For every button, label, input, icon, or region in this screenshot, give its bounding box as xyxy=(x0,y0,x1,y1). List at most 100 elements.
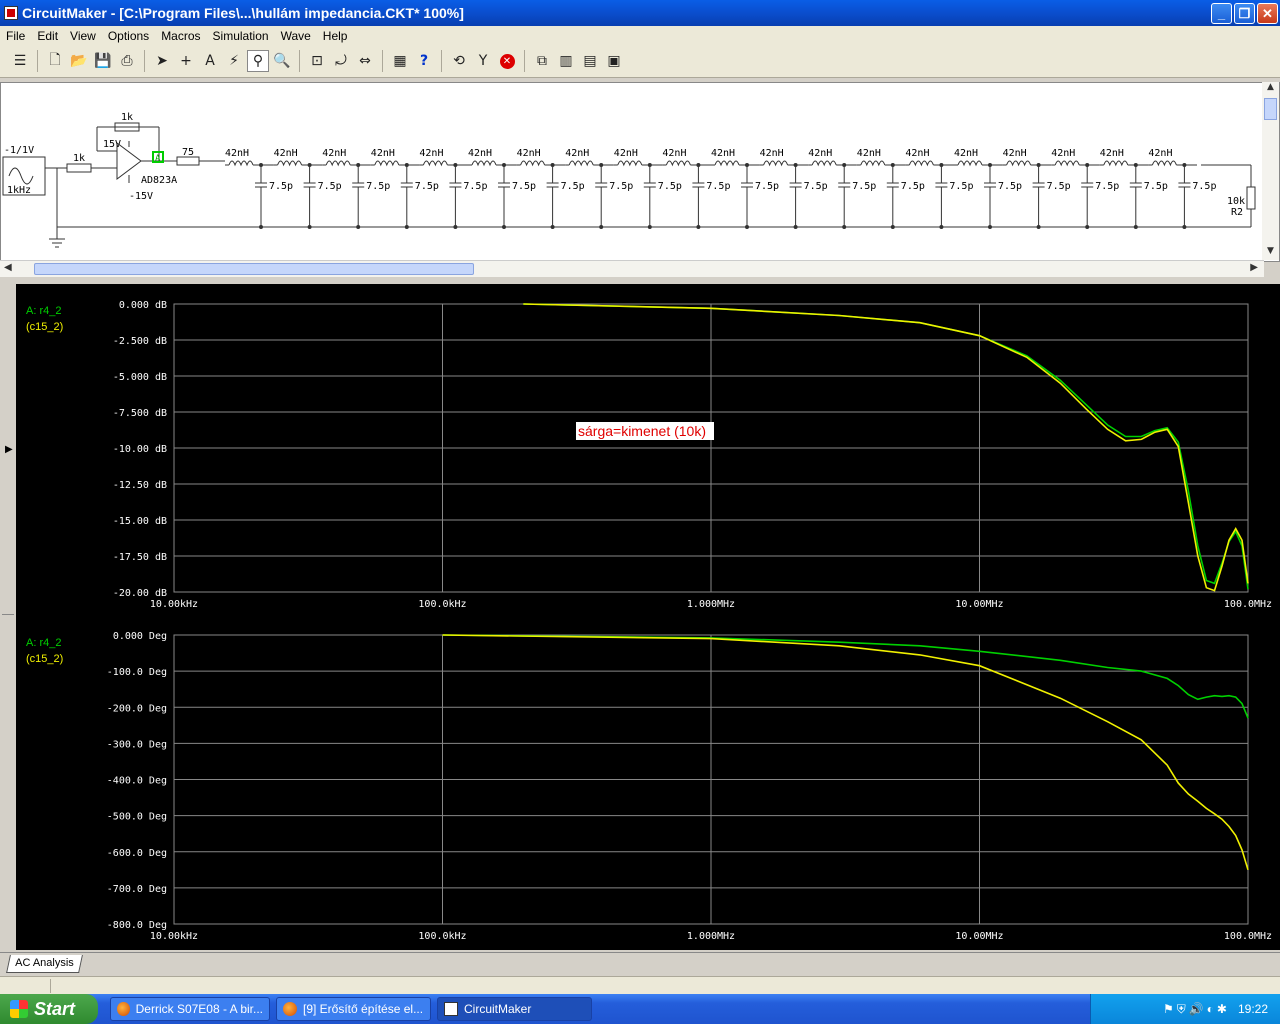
feedback-resistor-label: 1k xyxy=(121,112,133,123)
inductor-icon[interactable] xyxy=(277,160,303,167)
inductor-icon[interactable] xyxy=(811,160,837,167)
input-resistor[interactable] xyxy=(66,163,92,173)
capacitor-label: 7.5p xyxy=(949,181,973,192)
zoom-probe-icon[interactable]: ⚲ xyxy=(247,50,269,72)
inductor-icon[interactable] xyxy=(568,160,594,167)
schematic-canvas[interactable]: 42nH 7.5p 42nH 7.5p 42nH 7.5p 42nH 7.5p 42nH 7.5p… xyxy=(0,82,1280,262)
scroll-left-icon[interactable]: ◀ xyxy=(4,262,12,273)
tab-ac-analysis[interactable]: AC Analysis xyxy=(6,955,83,973)
load-resistor[interactable] xyxy=(1246,186,1256,210)
y-tick-label: -2.500 dB xyxy=(113,336,167,347)
inductor-icon[interactable] xyxy=(665,160,691,167)
expand-arrow-icon[interactable]: ▶ xyxy=(5,444,13,455)
menu-help[interactable]: Help xyxy=(317,29,354,43)
text-icon[interactable]: A xyxy=(199,50,221,72)
menu-edit[interactable]: Edit xyxy=(31,29,64,43)
inductor-icon[interactable] xyxy=(471,160,497,167)
schematic-vertical-scrollbar[interactable]: ▲ ▼ xyxy=(1262,82,1279,260)
inductor-icon[interactable] xyxy=(617,160,643,167)
inductor-label: 42nH xyxy=(468,148,492,159)
inductor-icon[interactable] xyxy=(1054,160,1080,167)
task-derrick[interactable]: Derrick S07E08 - A bir... xyxy=(110,997,270,1021)
probe-icon[interactable]: ⚡ xyxy=(223,50,245,72)
menu-file[interactable]: File xyxy=(0,29,31,43)
annotation-label[interactable]: sárga=kimenet (10k) xyxy=(576,422,715,440)
print-icon[interactable]: ⎙ xyxy=(116,50,138,72)
inductor-label: 42nH xyxy=(905,148,929,159)
inductor-icon[interactable] xyxy=(374,160,400,167)
inductor-icon[interactable] xyxy=(957,160,983,167)
save-icon[interactable]: 💾 xyxy=(92,50,114,72)
wire-icon[interactable]: + xyxy=(175,50,197,72)
help-icon[interactable]: ? xyxy=(413,50,435,72)
inductor-icon[interactable] xyxy=(908,160,934,167)
open-icon[interactable]: 📂 xyxy=(68,50,90,72)
task-erosito[interactable]: [9] Erősítő építése el... xyxy=(276,997,431,1021)
window-2-icon[interactable]: ▥ xyxy=(555,50,577,72)
close-button[interactable]: ✕ xyxy=(1257,3,1278,24)
inductor-icon[interactable] xyxy=(422,160,448,167)
stop-icon[interactable]: ✕ xyxy=(496,50,518,72)
inductor-label: 42nH xyxy=(1051,148,1075,159)
scroll-up-icon[interactable]: ▲ xyxy=(1262,82,1279,96)
inductor-icon[interactable] xyxy=(763,160,789,167)
bus-icon[interactable]: ☰ xyxy=(9,50,31,72)
tray-icons[interactable]: ⚑⛨🔊◐✱ xyxy=(1163,1002,1230,1017)
capacitor-label: 7.5p xyxy=(463,181,487,192)
zoom-icon[interactable]: 🔍 xyxy=(271,50,293,72)
window-1-icon[interactable]: ⧉ xyxy=(531,50,553,72)
horizontal-scroll-thumb[interactable] xyxy=(34,263,474,275)
menu-view[interactable]: View xyxy=(64,29,102,43)
phase-plot[interactable]: 0.000 Deg -100.0 Deg -200.0 Deg -300.0 Deg -… xyxy=(107,631,1272,942)
series-line-r4_2[interactable] xyxy=(442,634,1249,719)
inductor-label: 42nH xyxy=(808,148,832,159)
digital-icon[interactable]: ▦ xyxy=(389,50,411,72)
series-line-c15_2[interactable] xyxy=(523,303,1249,592)
menu-macros[interactable]: Macros xyxy=(155,29,206,43)
y-tick-label: -800.0 Deg xyxy=(107,920,167,931)
inductor-icon[interactable] xyxy=(1151,160,1177,167)
inductor-icon[interactable] xyxy=(1006,160,1032,167)
fit-icon[interactable]: ⊡ xyxy=(306,50,328,72)
legend-trace-b-phase[interactable]: (c15_2) xyxy=(26,651,63,667)
inductor-icon[interactable] xyxy=(520,160,546,167)
legend-trace-b[interactable]: (c15_2) xyxy=(26,319,63,335)
mirror-icon[interactable]: ⇔ xyxy=(354,50,376,72)
menu-simulation[interactable]: Simulation xyxy=(207,29,275,43)
scroll-right-icon[interactable]: ▶ xyxy=(1250,262,1258,273)
inductor-icon[interactable] xyxy=(325,160,351,167)
inductor-icon[interactable] xyxy=(1103,160,1129,167)
menu-options[interactable]: Options xyxy=(102,29,155,43)
inductor-label: 42nH xyxy=(322,148,346,159)
plots: 0.000 dB -2.500 dB -5.000 dB -7.500 dB -10.0… xyxy=(107,300,1272,942)
y-tick-label: -15.00 dB xyxy=(113,516,167,527)
magnitude-plot[interactable]: 0.000 dB -2.500 dB -5.000 dB -7.500 dB -10.0… xyxy=(113,300,1272,610)
window-3-icon[interactable]: ▤ xyxy=(579,50,601,72)
capacitor-label: 7.5p xyxy=(1047,181,1071,192)
reset-icon[interactable]: ⟲ xyxy=(448,50,470,72)
window-4-icon[interactable]: ▣ xyxy=(603,50,625,72)
schematic-horizontal-scrollbar[interactable]: ◀ ▶ xyxy=(0,260,1264,277)
plot-splitter[interactable]: ▶ xyxy=(0,284,16,950)
vertical-scroll-thumb[interactable] xyxy=(1264,98,1277,120)
task-circuitmaker[interactable]: CircuitMaker xyxy=(437,997,592,1021)
menu-wave[interactable]: Wave xyxy=(275,29,317,43)
inductor-icon[interactable] xyxy=(860,160,886,167)
inductor-label: 42nH xyxy=(662,148,686,159)
scroll-down-icon[interactable]: ▼ xyxy=(1262,246,1279,260)
new-icon[interactable]: 🗋 xyxy=(44,50,66,72)
start-button[interactable]: Start xyxy=(0,994,98,1024)
maximize-button[interactable]: ❐ xyxy=(1234,3,1255,24)
legend-trace-a-phase[interactable]: A: r4_2 xyxy=(26,635,63,651)
tools-icon[interactable]: Y xyxy=(472,50,494,72)
output-resistor[interactable] xyxy=(176,156,200,166)
inductor-icon[interactable] xyxy=(714,160,740,167)
inductor-icon[interactable] xyxy=(228,160,254,167)
arrow-icon[interactable]: ➤ xyxy=(151,50,173,72)
legend-trace-a[interactable]: A: r4_2 xyxy=(26,303,63,319)
app-icon[interactable] xyxy=(4,6,18,20)
minimize-button[interactable]: _ xyxy=(1211,3,1232,24)
capacitor-label: 7.5p xyxy=(318,181,342,192)
rotate-icon[interactable]: ⤾ xyxy=(330,50,352,72)
series-line-r4_2[interactable] xyxy=(523,303,1249,590)
